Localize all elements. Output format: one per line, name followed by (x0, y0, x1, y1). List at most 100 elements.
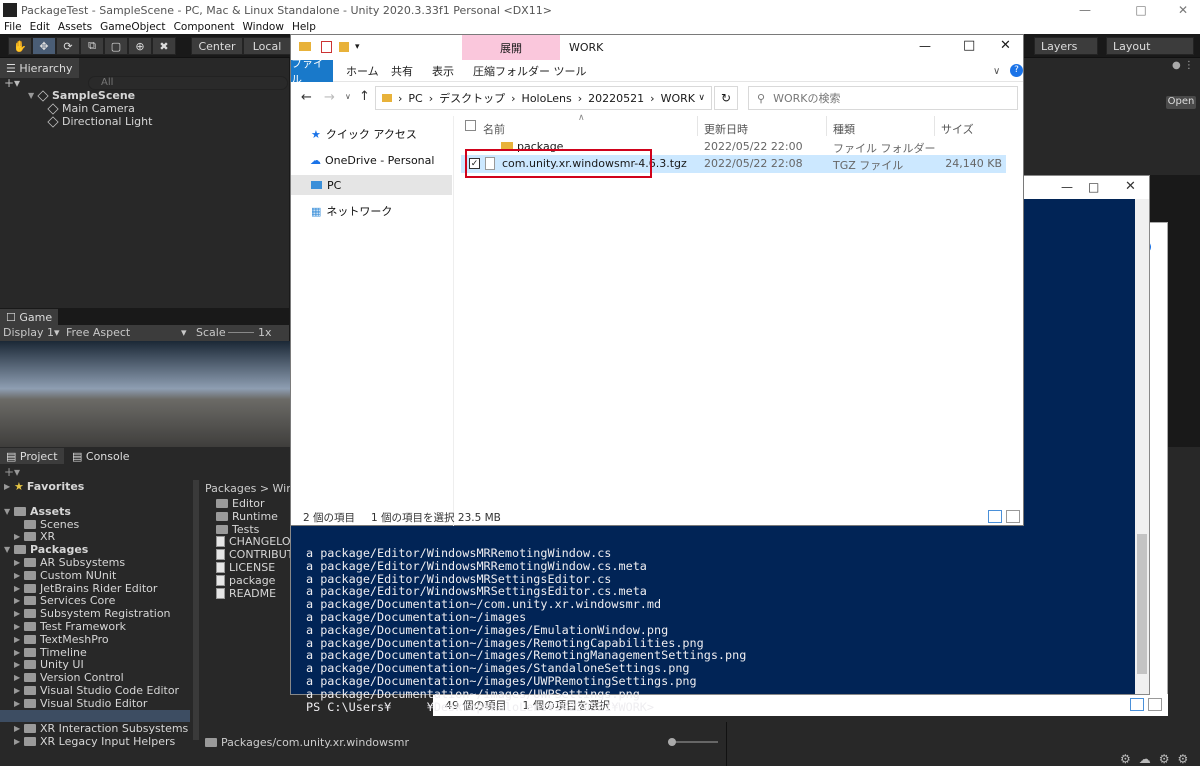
ps-minimize-icon[interactable]: — (1061, 180, 1073, 194)
details-view-icon[interactable] (1130, 698, 1144, 711)
package-item[interactable]: ▶ TextMeshPro (14, 633, 109, 646)
layers-dropdown[interactable]: Layers (1034, 37, 1098, 55)
nav-quick-access[interactable]: ★ クイック アクセス (291, 124, 452, 144)
scene-root[interactable]: ▼ SampleScene (28, 89, 135, 102)
column-type[interactable]: 種類 (833, 119, 855, 139)
package-item[interactable]: ▶ Services Core (14, 594, 115, 607)
project-tree-scrollbar[interactable] (193, 480, 199, 740)
expand-arrow-icon[interactable]: ▶ (14, 673, 24, 682)
package-file[interactable]: README (216, 587, 276, 600)
package-item[interactable]: ▶ Custom NUnit (14, 569, 116, 582)
package-item[interactable]: ▶ XR Interaction Subsystems (14, 722, 188, 735)
display-dropdown[interactable]: Display 1 (3, 326, 54, 339)
hierarchy-item-directional-light[interactable]: Directional Light (47, 115, 152, 128)
maximize-button[interactable]: □ (1118, 0, 1164, 20)
ps-close-icon[interactable]: ✕ (1125, 179, 1136, 194)
aspect-dropdown[interactable]: Free Aspect (66, 326, 130, 339)
column-divider[interactable] (826, 116, 827, 136)
column-name[interactable]: 名前 (483, 119, 505, 139)
search-input[interactable]: ⚲ WORKの検索 (748, 86, 1018, 110)
assets-xr-item[interactable]: ▶ XR (14, 530, 55, 543)
pivot-center-button[interactable]: Center (191, 37, 243, 55)
console-scroll-thumb[interactable] (1137, 534, 1147, 674)
package-folder[interactable]: Editor (216, 497, 265, 510)
rotate-tool-icon[interactable]: ⟳ (56, 37, 80, 55)
expand-arrow-icon[interactable]: ▶ (14, 558, 24, 567)
package-item[interactable]: ▶ JetBrains Rider Editor (14, 582, 157, 595)
breadcrumb-pc[interactable]: PC (408, 92, 422, 105)
address-bar[interactable]: › PC › デスクトップ › HoloLens › 20220521 › WO… (375, 86, 712, 110)
tiles-view-icon[interactable] (1148, 698, 1162, 711)
tab-compressed-tools[interactable]: 圧縮フォルダー ツール (473, 60, 587, 82)
nav-onedrive[interactable]: ☁ OneDrive - Personal (291, 150, 452, 170)
tab-view[interactable]: 表示 (432, 60, 454, 82)
help-icon[interactable]: ? (1010, 64, 1023, 77)
pivot-local-button[interactable]: Local (243, 37, 291, 55)
tab-hierarchy[interactable]: ☰ Hierarchy (0, 58, 79, 78)
menu-edit[interactable]: Edit (30, 21, 50, 33)
icon-size-handle[interactable] (668, 738, 676, 746)
packages-item[interactable]: ▼ Packages (4, 543, 88, 556)
package-item[interactable]: ▶ AR Subsystems (14, 556, 125, 569)
expand-arrow-icon[interactable]: ▶ (14, 648, 24, 657)
forward-arrow-icon[interactable]: → (324, 90, 335, 105)
details-view-icon[interactable] (988, 510, 1002, 523)
ribbon-expand-icon[interactable]: ∨ (993, 60, 1000, 82)
nav-pc[interactable]: PC (291, 175, 452, 195)
new-folder-icon[interactable] (339, 42, 349, 52)
expand-arrow-icon[interactable]: ▶ (14, 609, 24, 618)
project-add-icon[interactable]: +▾ (4, 465, 20, 479)
menu-window[interactable]: Window (243, 21, 284, 33)
tab-game[interactable]: ☐ Game (0, 309, 59, 325)
menu-component[interactable]: Component (174, 21, 235, 33)
package-item[interactable]: ▶ Subsystem Registration (14, 607, 171, 620)
add-icon[interactable]: +▾ (4, 76, 20, 90)
close-button[interactable]: ✕ (1160, 0, 1200, 20)
scale-slider[interactable] (228, 332, 254, 333)
select-all-checkbox[interactable] (465, 120, 476, 131)
nav-network[interactable]: ▦ ネットワーク (291, 201, 452, 221)
assets-item[interactable]: ▼ Assets (4, 505, 71, 518)
hand-tool-icon[interactable]: ✋ (8, 37, 32, 55)
properties-icon[interactable] (321, 41, 332, 53)
ps-maximize-icon[interactable]: □ (1088, 180, 1099, 194)
ex-close-button[interactable]: ✕ (1000, 38, 1011, 53)
expand-arrow-icon[interactable]: ▶ (14, 686, 24, 695)
console-scrollbar[interactable] (1135, 199, 1149, 694)
move-tool-icon[interactable]: ✥ (32, 37, 56, 55)
scale-tool-icon[interactable]: ⧉ (80, 37, 104, 55)
expand-arrow-icon[interactable]: ▶ (14, 724, 24, 733)
custom-tool-icon[interactable]: ✖ (152, 37, 176, 55)
expand-arrow-icon[interactable]: ▶ (14, 737, 24, 746)
back-arrow-icon[interactable]: ← (301, 90, 312, 105)
package-item[interactable]: ▶ Timeline (14, 646, 87, 659)
breadcrumb-desktop[interactable]: デスクトップ (439, 90, 505, 106)
lock-icon[interactable]: ● ⋮ (1172, 60, 1194, 71)
breadcrumb-work[interactable]: WORK (661, 92, 695, 105)
breadcrumb-date[interactable]: 20220521 (588, 92, 644, 105)
package-item[interactable]: ▶ Version Control (14, 671, 124, 684)
tiles-view-icon[interactable] (1006, 510, 1020, 523)
recent-dropdown-icon[interactable]: ∨ (345, 92, 351, 101)
open-button[interactable]: Open (1166, 96, 1196, 109)
tab-share[interactable]: 共有 (391, 60, 413, 82)
tab-file[interactable]: ファイル (291, 57, 333, 86)
hierarchy-search-input[interactable]: All (88, 76, 288, 90)
aspect-dropdown-arrow[interactable]: ▾ (54, 326, 60, 339)
expand-arrow-icon[interactable]: ▶ (14, 635, 24, 644)
package-item[interactable]: ▶ Test Framework (14, 620, 126, 633)
column-date[interactable]: 更新日時 (704, 119, 748, 139)
minimize-button[interactable]: — (1062, 0, 1108, 20)
expand-arrow-icon[interactable]: ▶ (14, 622, 24, 631)
package-file[interactable]: package (216, 574, 275, 587)
package-folder[interactable]: Tests (216, 523, 259, 536)
package-folder[interactable]: Runtime (216, 510, 278, 523)
tab-project[interactable]: ▤ Project (0, 448, 64, 464)
package-item[interactable]: ▶ Unity UI (14, 658, 84, 671)
package-file[interactable]: CHANGELOG (216, 535, 299, 548)
menu-gameobject[interactable]: GameObject (100, 21, 165, 33)
hierarchy-item-main-camera[interactable]: Main Camera (47, 102, 135, 115)
package-item[interactable]: ▶ XR Legacy Input Helpers (14, 735, 175, 748)
refresh-icon[interactable]: ↻ (714, 86, 738, 110)
column-size[interactable]: サイズ (941, 119, 974, 139)
